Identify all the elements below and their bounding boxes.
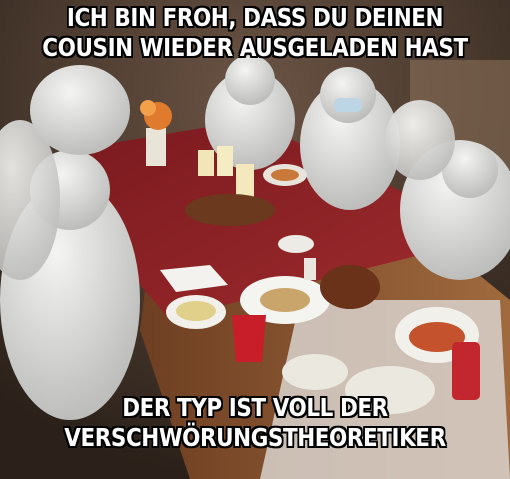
face-mask (334, 98, 362, 112)
bottom-caption: DER TYP IST VOLL DER VERSCHWÖRUNGSTHEORE… (36, 393, 475, 453)
hazmat-person-back-left (30, 65, 130, 155)
soda-can (452, 342, 480, 400)
hazmat-person-right-back (385, 100, 455, 180)
bottom-caption-line-1: DER TYP IST VOLL DER (122, 393, 388, 422)
autumn-decoration (185, 194, 275, 226)
salt-shaker (304, 258, 316, 280)
pumpkin (320, 265, 380, 309)
top-caption: ICH BIN FROH, DASS DU DEINEN COUSIN WIED… (36, 3, 475, 63)
bottom-caption-line-2: VERSCHWÖRUNGSTHEORETIKER (64, 423, 446, 452)
plate-front (282, 354, 348, 390)
red-cup (232, 315, 266, 362)
meme-image: ICH BIN FROH, DASS DU DEINEN COUSIN WIED… (0, 0, 510, 479)
small-bowl (278, 235, 314, 253)
top-caption-line-2: COUSIN WIEDER AUSGELADEN HAST (42, 33, 468, 62)
top-caption-line-1: ICH BIN FROH, DASS DU DEINEN (66, 3, 444, 32)
